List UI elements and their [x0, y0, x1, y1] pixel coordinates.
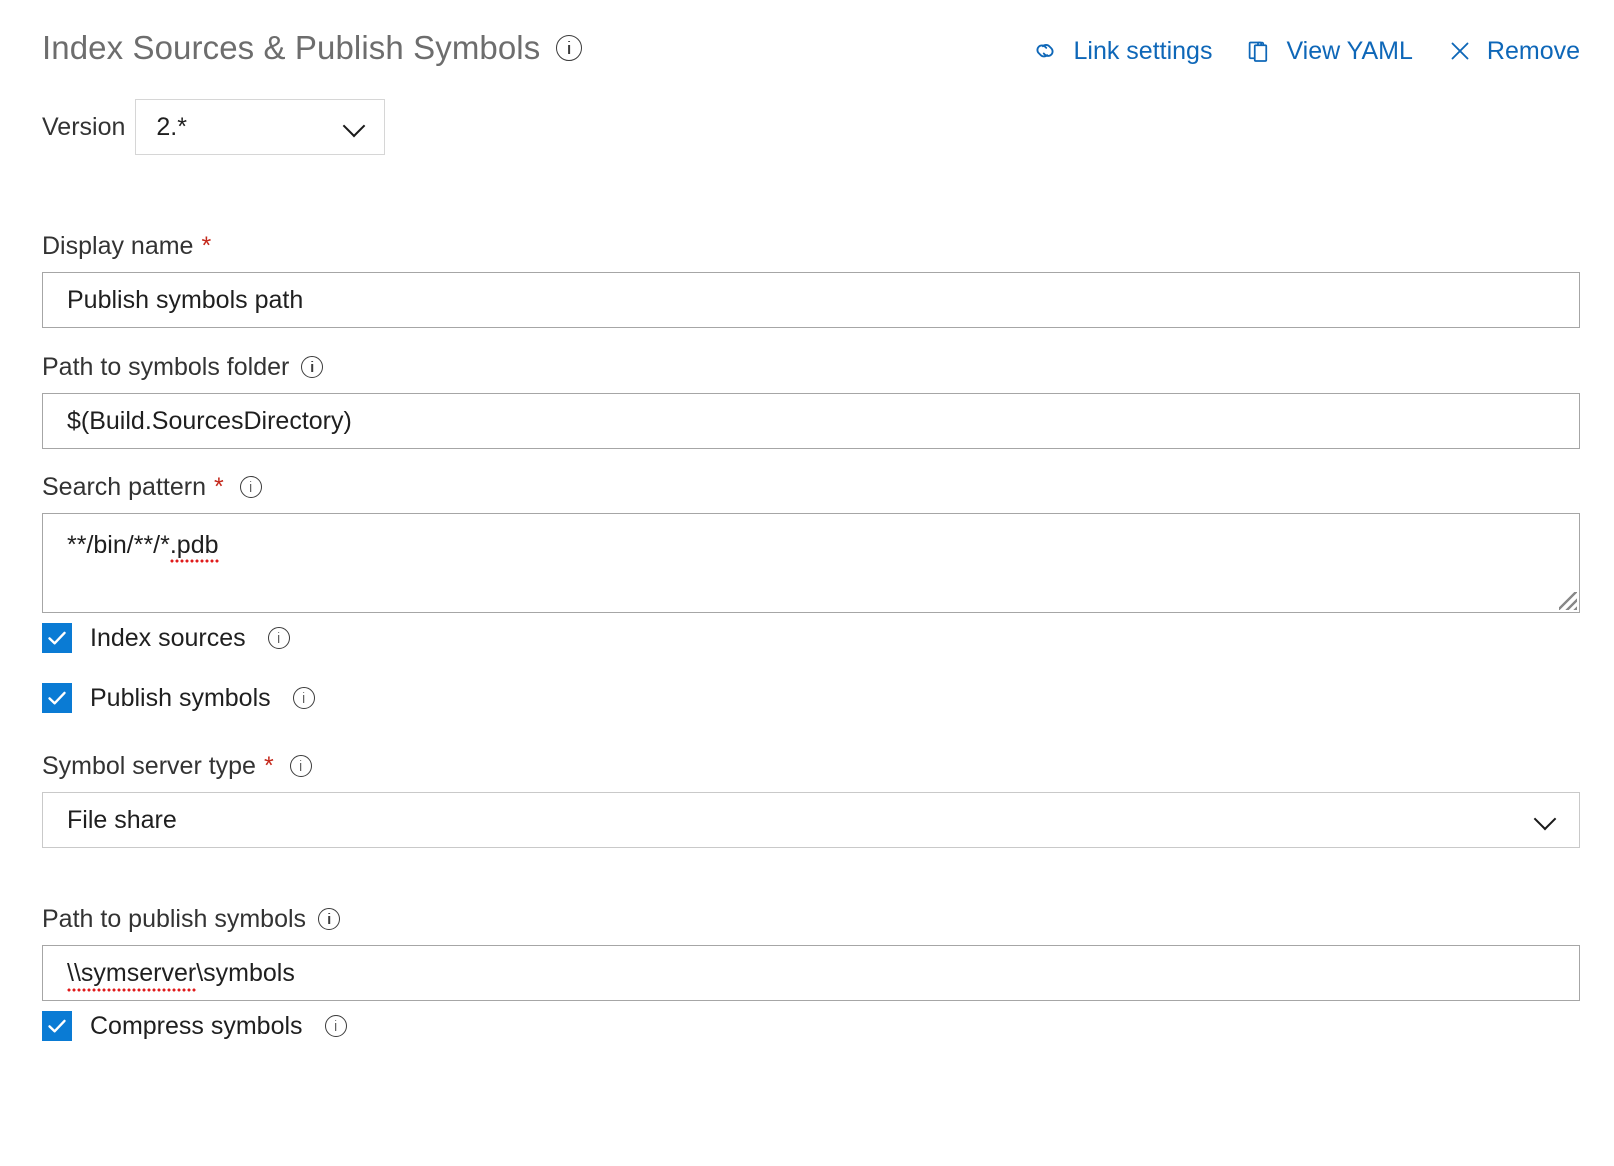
display-name-value: Publish symbols path — [67, 285, 303, 315]
publish-symbols-label: Publish symbols — [90, 683, 271, 713]
version-select[interactable]: 2.* — [135, 99, 385, 155]
version-value: 2.* — [156, 112, 187, 142]
search-pattern-value: **/bin/**/* — [67, 531, 170, 559]
link-settings-button[interactable]: Link settings — [1015, 32, 1228, 70]
path-to-publish-symbols-value: \symbols — [196, 958, 295, 988]
link-icon — [1031, 36, 1061, 66]
checkbox-row-compress-symbols[interactable]: Compress symbols — [42, 1011, 1580, 1041]
path-to-publish-symbols-input[interactable]: \\symserver\symbols — [42, 945, 1580, 1001]
symbols-folder-value: $(Build.SourcesDirectory) — [67, 406, 352, 436]
publish-symbols-info-icon[interactable] — [293, 687, 315, 709]
index-sources-info-icon[interactable] — [268, 627, 290, 649]
close-icon — [1445, 36, 1475, 66]
search-pattern-info-icon[interactable] — [240, 476, 262, 498]
title-group: Index Sources & Publish Symbols — [42, 28, 582, 68]
remove-label: Remove — [1487, 36, 1580, 66]
compress-symbols-checkbox[interactable] — [42, 1011, 72, 1041]
task-config-panel: Index Sources & Publish Symbols Link set… — [0, 0, 1614, 1166]
required-indicator: * — [214, 472, 224, 502]
remove-button[interactable]: Remove — [1429, 32, 1580, 70]
chevron-down-icon — [1535, 809, 1557, 831]
panel-toolbar: Link settings View YAML — [1015, 32, 1580, 70]
panel-header: Index Sources & Publish Symbols Link set… — [42, 28, 1580, 84]
view-yaml-button[interactable]: View YAML — [1228, 32, 1428, 70]
task-form: Display name * Publish symbols path Path… — [42, 231, 1580, 1041]
display-name-label: Display name — [42, 231, 193, 261]
publish-symbols-checkbox[interactable] — [42, 683, 72, 713]
clipboard-icon — [1244, 36, 1274, 66]
search-pattern-value-misspelled: .pdb — [170, 531, 219, 559]
symbols-folder-input[interactable]: $(Build.SourcesDirectory) — [42, 393, 1580, 449]
path-to-publish-symbols-label-row: Path to publish symbols — [42, 904, 1580, 934]
symbol-server-type-info-icon[interactable] — [290, 755, 312, 777]
symbol-server-type-label: Symbol server type — [42, 751, 256, 781]
textarea-resize-handle[interactable] — [1559, 592, 1577, 610]
checkbox-row-index-sources[interactable]: Index sources — [42, 623, 1580, 653]
path-to-publish-symbols-value-misspelled: \\symserver — [67, 958, 196, 988]
version-label: Version — [42, 112, 125, 142]
symbol-server-type-value: File share — [67, 805, 177, 835]
compress-symbols-info-icon[interactable] — [325, 1015, 347, 1037]
required-indicator: * — [264, 751, 274, 781]
display-name-input[interactable]: Publish symbols path — [42, 272, 1580, 328]
link-settings-label: Link settings — [1073, 36, 1212, 66]
display-name-label-row: Display name * — [42, 231, 1580, 261]
path-to-publish-symbols-info-icon[interactable] — [318, 908, 340, 930]
field-symbol-server-type: Symbol server type * File share — [42, 751, 1580, 848]
page-title: Index Sources & Publish Symbols — [42, 28, 540, 68]
search-pattern-label: Search pattern — [42, 472, 206, 502]
view-yaml-label: View YAML — [1286, 36, 1412, 66]
symbols-folder-label: Path to symbols folder — [42, 352, 289, 382]
field-path-to-publish-symbols: Path to publish symbols \\symserver\symb… — [42, 904, 1580, 1001]
symbols-folder-info-icon[interactable] — [301, 356, 323, 378]
checkbox-row-publish-symbols[interactable]: Publish symbols — [42, 683, 1580, 713]
version-row: Version 2.* — [42, 99, 385, 155]
index-sources-label: Index sources — [90, 623, 246, 653]
chevron-down-icon — [344, 116, 366, 138]
field-symbols-folder: Path to symbols folder $(Build.SourcesDi… — [42, 352, 1580, 449]
field-search-pattern: Search pattern * **/bin/**/*.pdb — [42, 472, 1580, 613]
search-pattern-textarea[interactable]: **/bin/**/*.pdb — [42, 513, 1580, 613]
index-sources-checkbox[interactable] — [42, 623, 72, 653]
field-display-name: Display name * Publish symbols path — [42, 231, 1580, 328]
title-info-icon[interactable] — [556, 35, 582, 61]
required-indicator: * — [201, 231, 211, 261]
search-pattern-label-row: Search pattern * — [42, 472, 1580, 502]
symbols-folder-label-row: Path to symbols folder — [42, 352, 1580, 382]
symbol-server-type-select[interactable]: File share — [42, 792, 1580, 848]
path-to-publish-symbols-label: Path to publish symbols — [42, 904, 306, 934]
compress-symbols-label: Compress symbols — [90, 1011, 303, 1041]
symbol-server-type-label-row: Symbol server type * — [42, 751, 1580, 781]
